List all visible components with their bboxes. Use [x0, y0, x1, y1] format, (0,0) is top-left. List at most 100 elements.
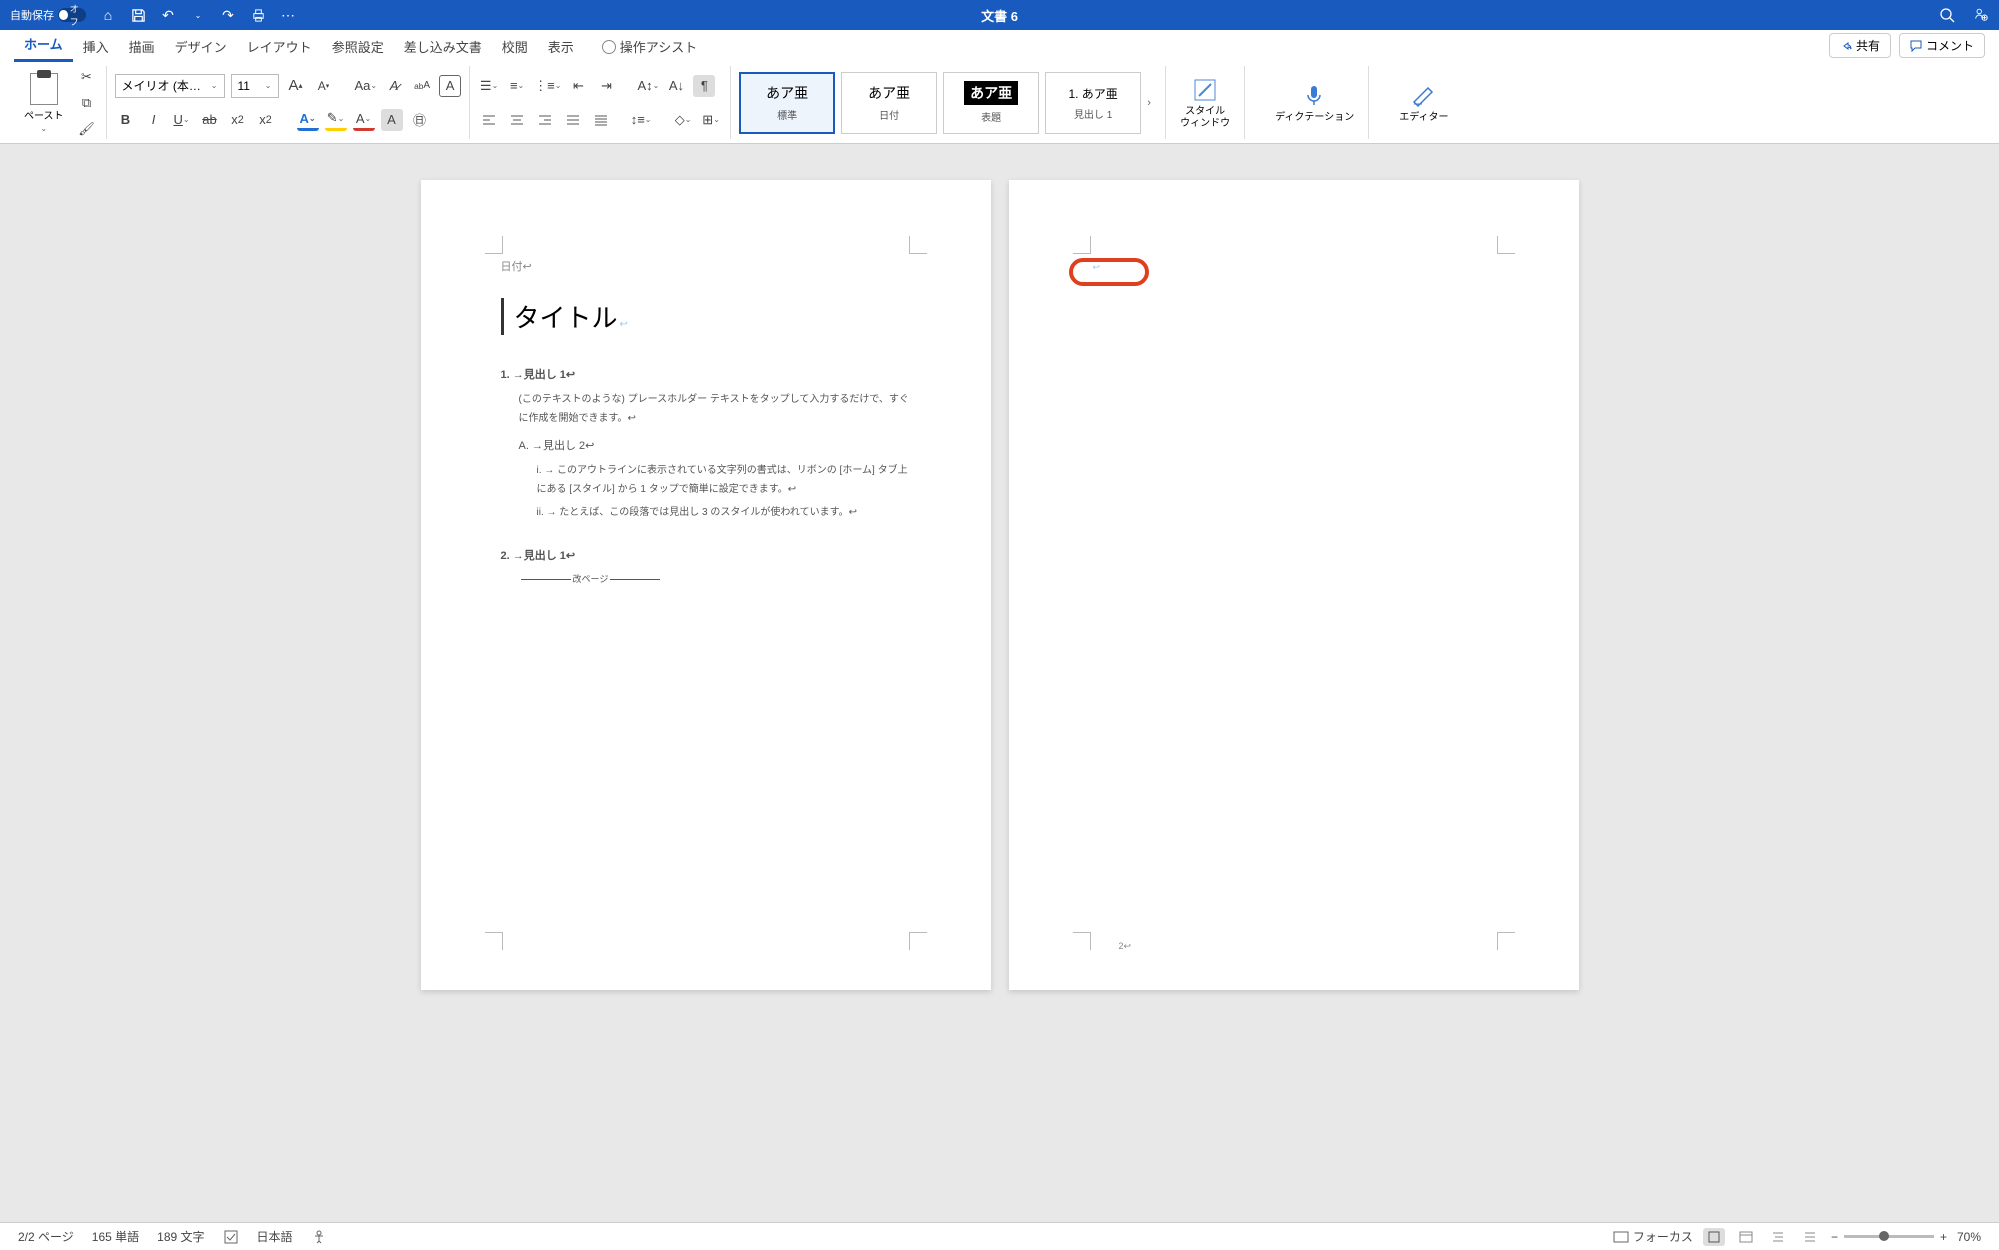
align-center-icon[interactable]: [506, 109, 528, 131]
style-normal[interactable]: あア亜 標準: [739, 72, 835, 134]
zoom-slider[interactable]: − +: [1831, 1230, 1947, 1244]
multilevel-icon[interactable]: ⋮≡⌄: [534, 75, 561, 97]
shading-icon[interactable]: ◇⌄: [672, 109, 694, 131]
home-icon[interactable]: ⌂: [100, 7, 116, 23]
list-item[interactable]: ii. → たとえば、この段落では見出し 3 のスタイルが使われています。↩: [537, 503, 911, 522]
sort-icon[interactable]: A↓: [665, 75, 687, 97]
tab-mailings[interactable]: 差し込み文書: [394, 31, 492, 62]
body-paragraph[interactable]: (このテキストのような) プレースホルダー テキストをタップして入力するだけで、…: [519, 390, 911, 428]
text-direction-icon[interactable]: A↕⌄: [637, 75, 659, 97]
font-color-icon[interactable]: A⌄: [353, 109, 375, 131]
increase-indent-icon[interactable]: ⇥: [595, 75, 617, 97]
zoom-track[interactable]: [1844, 1235, 1934, 1238]
tab-home[interactable]: ホーム: [14, 28, 73, 62]
borders-icon[interactable]: ⊞⌄: [700, 109, 722, 131]
page-count[interactable]: 2/2 ページ: [18, 1228, 74, 1245]
list-item[interactable]: i. → このアウトラインに表示されている文字列の書式は、リボンの [ホーム] …: [537, 461, 911, 499]
tab-draw[interactable]: 描画: [119, 31, 165, 62]
autosave-toggle[interactable]: オフ: [58, 8, 86, 22]
dictation-button[interactable]: ディクテーション: [1261, 66, 1368, 139]
heading1-b[interactable]: 2. →見出し 1↩: [501, 546, 911, 567]
numbering-icon[interactable]: ≡⌄: [506, 75, 528, 97]
date-placeholder[interactable]: 日付↩: [501, 258, 911, 274]
cut-icon[interactable]: ✂: [76, 66, 98, 88]
distribute-icon[interactable]: [590, 109, 612, 131]
redo-icon[interactable]: ↷: [220, 7, 236, 23]
undo-dropdown-icon[interactable]: ⌄: [190, 7, 206, 23]
empty-paragraph[interactable]: ↩: [1093, 262, 1499, 273]
share-button[interactable]: 共有: [1829, 33, 1891, 58]
font-name-combo[interactable]: メイリオ (本…⌄: [115, 74, 225, 98]
tab-layout[interactable]: レイアウト: [237, 31, 322, 62]
strikethrough-button[interactable]: ab: [199, 109, 221, 131]
account-icon[interactable]: [1973, 7, 1989, 23]
align-right-icon[interactable]: [534, 109, 556, 131]
zoom-level[interactable]: 70%: [1957, 1230, 1981, 1244]
character-border-icon[interactable]: A: [439, 75, 461, 97]
change-case-icon[interactable]: Aa⌄: [355, 75, 378, 97]
styles-pane-button[interactable]: スタイル ウィンドウ: [1166, 66, 1244, 139]
save-icon[interactable]: [130, 7, 146, 23]
page-1[interactable]: 日付↩ タイトル↩ 1. →見出し 1↩ (このテキストのような) プレースホル…: [421, 180, 991, 990]
page-break-marker[interactable]: 改ページ: [519, 571, 911, 588]
align-left-icon[interactable]: [478, 109, 500, 131]
heading2-a[interactable]: A. →見出し 2↩: [519, 436, 911, 457]
outline-view-icon[interactable]: [1767, 1228, 1789, 1246]
search-icon[interactable]: [1939, 7, 1955, 23]
style-title[interactable]: あア亜 表題: [943, 72, 1039, 134]
editor-button[interactable]: エディター: [1385, 66, 1462, 139]
accessibility-icon[interactable]: [311, 1229, 327, 1245]
more-icon[interactable]: ⋯: [280, 7, 296, 23]
print-layout-view-icon[interactable]: [1703, 1228, 1725, 1246]
copy-icon[interactable]: ⧉: [76, 92, 98, 114]
styles-more-icon[interactable]: ›: [1141, 97, 1157, 109]
tab-insert[interactable]: 挿入: [73, 31, 119, 62]
comment-button[interactable]: コメント: [1899, 33, 1985, 58]
tab-view[interactable]: 表示: [538, 31, 584, 62]
clear-format-icon[interactable]: A̷: [383, 75, 405, 97]
undo-icon[interactable]: ↶: [160, 7, 176, 23]
highlight-icon[interactable]: ✎⌄: [325, 109, 347, 131]
tell-me[interactable]: 操作アシスト: [592, 31, 707, 62]
bullets-icon[interactable]: ☰⌄: [478, 75, 500, 97]
paste-button[interactable]: ペースト ⌄: [16, 73, 72, 133]
underline-button[interactable]: U⌄: [171, 109, 193, 131]
zoom-out-icon[interactable]: −: [1831, 1230, 1838, 1244]
zoom-thumb[interactable]: [1879, 1231, 1889, 1241]
shrink-font-icon[interactable]: A▾: [313, 75, 335, 97]
text-effects-icon[interactable]: A⌄: [297, 109, 319, 131]
language-status[interactable]: 日本語: [257, 1228, 293, 1245]
zoom-in-icon[interactable]: +: [1940, 1230, 1947, 1244]
phonetic-guide-icon[interactable]: abA: [411, 75, 433, 97]
word-count[interactable]: 165 単語: [92, 1228, 139, 1245]
font-size-combo[interactable]: 11⌄: [231, 74, 279, 98]
page-2[interactable]: ↩ 2↩: [1009, 180, 1579, 990]
line-spacing-icon[interactable]: ↕≡⌄: [630, 109, 652, 131]
draft-view-icon[interactable]: [1799, 1228, 1821, 1246]
title-text[interactable]: タイトル↩: [501, 298, 911, 335]
subscript-button[interactable]: x2: [227, 109, 249, 131]
format-painter-icon[interactable]: 🖌: [76, 118, 98, 140]
focus-mode-button[interactable]: フォーカス: [1613, 1228, 1693, 1245]
web-layout-view-icon[interactable]: [1735, 1228, 1757, 1246]
enclose-char-icon[interactable]: ㊐: [409, 109, 431, 131]
style-heading1[interactable]: 1. あア亜 見出し 1: [1045, 72, 1141, 134]
tab-design[interactable]: デザイン: [165, 31, 237, 62]
character-shading-icon[interactable]: A: [381, 109, 403, 131]
char-count[interactable]: 189 文字: [157, 1228, 204, 1245]
decrease-indent-icon[interactable]: ⇤: [567, 75, 589, 97]
heading1-a[interactable]: 1. →見出し 1↩: [501, 365, 911, 386]
document-canvas[interactable]: 日付↩ タイトル↩ 1. →見出し 1↩ (このテキストのような) プレースホル…: [0, 144, 1999, 1222]
autosave-control[interactable]: 自動保存 オフ: [10, 7, 86, 23]
tab-review[interactable]: 校閲: [492, 31, 538, 62]
superscript-button[interactable]: x2: [255, 109, 277, 131]
grow-font-icon[interactable]: A▴: [285, 75, 307, 97]
print-icon[interactable]: [250, 7, 266, 23]
style-date[interactable]: あア亜 日付: [841, 72, 937, 134]
tab-references[interactable]: 参照設定: [322, 31, 394, 62]
bold-button[interactable]: B: [115, 109, 137, 131]
justify-icon[interactable]: [562, 109, 584, 131]
spellcheck-icon[interactable]: [223, 1229, 239, 1245]
italic-button[interactable]: I: [143, 109, 165, 131]
show-marks-icon[interactable]: ¶: [693, 75, 715, 97]
